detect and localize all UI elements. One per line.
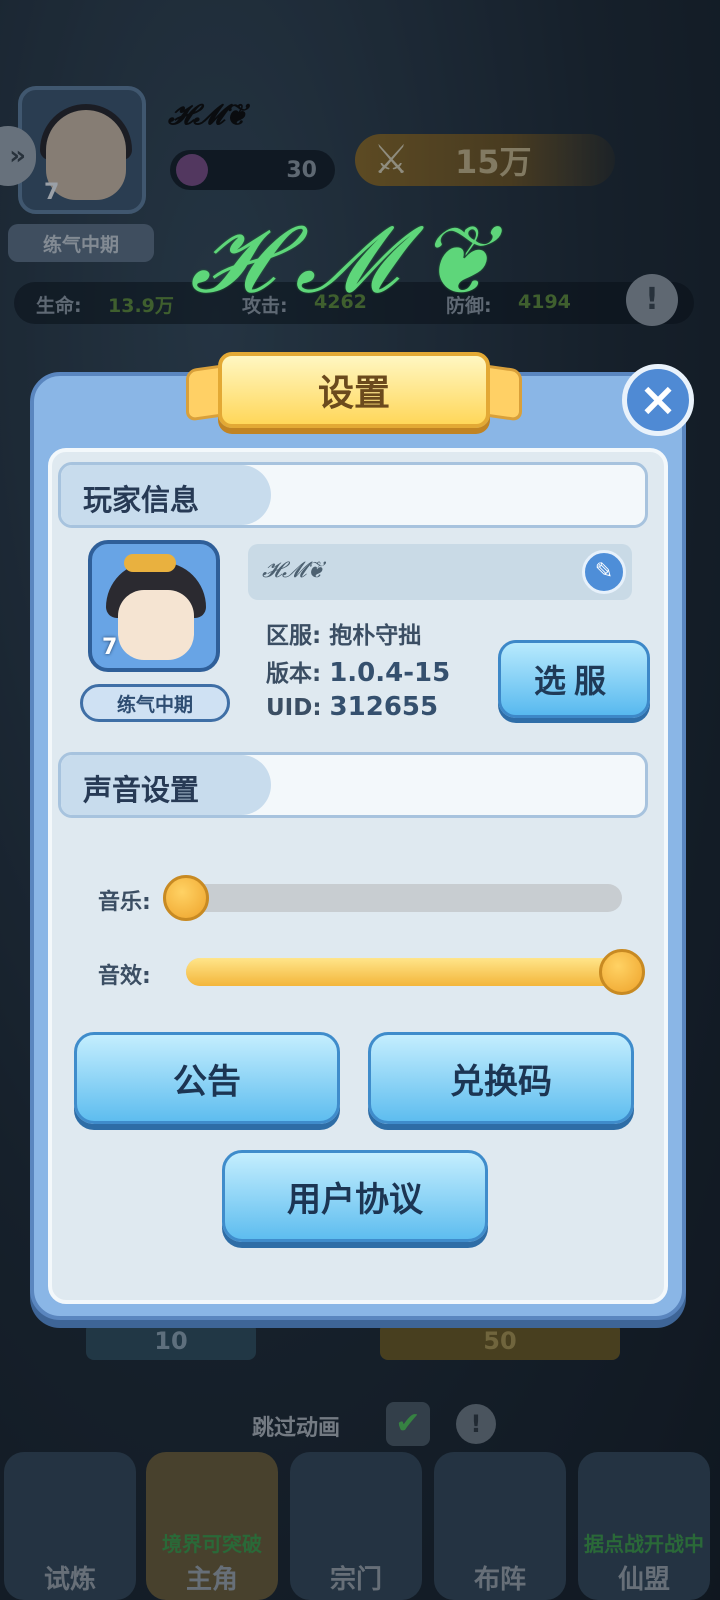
music-label: 音乐: [98, 890, 151, 915]
player-avatar[interactable]: 7 [88, 540, 220, 672]
player-info-header: 玩家信息 [58, 462, 648, 528]
server-label: 区服: [266, 623, 322, 649]
modal-title: 设置 [218, 352, 490, 428]
sfx-slider-fill [186, 958, 622, 986]
uid-info: UID: 312655 [266, 692, 438, 722]
avatar-level: 7 [102, 635, 118, 660]
music-slider[interactable] [163, 875, 622, 921]
uid-value: 312655 [329, 692, 439, 722]
server-info: 区服: 抱朴守拙 [266, 616, 421, 650]
version-value: 1.0.4-15 [329, 658, 451, 688]
announcement-button[interactable]: 公告 [74, 1032, 340, 1124]
server-value: 抱朴守拙 [329, 623, 422, 649]
sfx-label: 音效: [98, 964, 151, 989]
version-label: 版本: [266, 661, 322, 687]
version-info: 版本: 1.0.4-15 [266, 654, 450, 688]
edit-name-icon[interactable]: ✎ [582, 550, 626, 594]
close-icon[interactable]: × [622, 364, 694, 436]
player-info-title: 玩家信息 [83, 483, 200, 517]
redeem-code-button[interactable]: 兑换码 [368, 1032, 634, 1124]
realm-badge: 练气中期 [80, 684, 230, 722]
player-name-field[interactable]: 𝓗𝓜❦ [248, 544, 632, 600]
sfx-slider-thumb[interactable] [599, 949, 645, 995]
sfx-slider[interactable] [186, 949, 645, 995]
watermark-logo: 𝓗𝓜❦ [190, 206, 512, 313]
uid-label: UID: [266, 695, 322, 721]
sound-settings-header: 声音设置 [58, 752, 648, 818]
select-server-button[interactable]: 选服 [498, 640, 650, 718]
sound-settings-title: 声音设置 [83, 773, 200, 807]
music-slider-thumb[interactable] [163, 875, 209, 921]
crown-icon [124, 554, 176, 572]
user-agreement-button[interactable]: 用户协议 [222, 1150, 488, 1242]
